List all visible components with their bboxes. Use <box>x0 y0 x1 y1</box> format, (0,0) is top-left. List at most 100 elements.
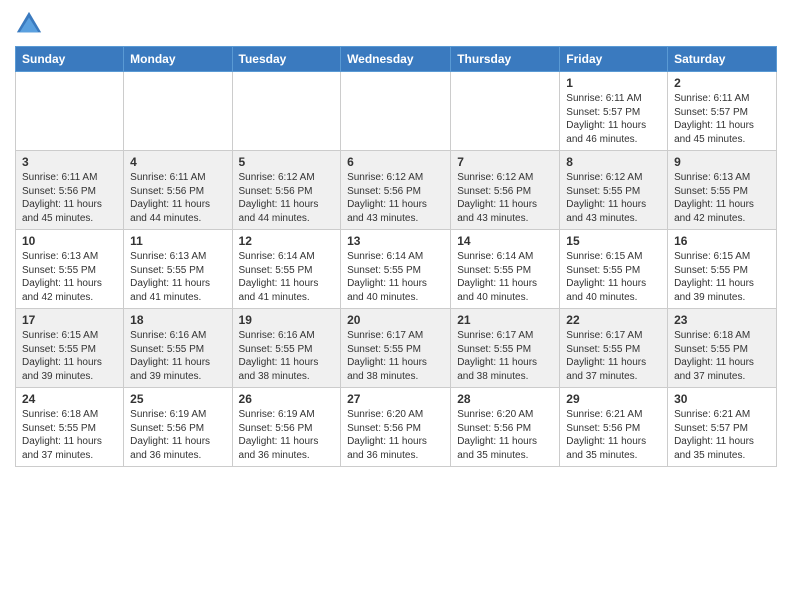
day-info: Sunrise: 6:13 AM Sunset: 5:55 PM Dayligh… <box>674 171 770 225</box>
day-number: 1 <box>566 76 661 90</box>
calendar-cell: 14 Sunrise: 6:14 AM Sunset: 5:55 PM Dayli… <box>451 230 560 309</box>
day-number: 17 <box>22 313 117 327</box>
day-info: Sunrise: 6:19 AM Sunset: 5:56 PM Dayligh… <box>130 408 225 462</box>
col-header-saturday: Saturday <box>668 47 777 72</box>
calendar: SundayMondayTuesdayWednesdayThursdayFrid… <box>15 46 777 467</box>
day-number: 5 <box>239 155 335 169</box>
day-info: Sunrise: 6:18 AM Sunset: 5:55 PM Dayligh… <box>674 329 770 383</box>
calendar-cell: 1 Sunrise: 6:11 AM Sunset: 5:57 PM Daylig… <box>560 72 668 151</box>
day-info: Sunrise: 6:13 AM Sunset: 5:55 PM Dayligh… <box>130 250 225 304</box>
calendar-cell: 29 Sunrise: 6:21 AM Sunset: 5:56 PM Dayli… <box>560 388 668 467</box>
calendar-cell <box>341 72 451 151</box>
day-number: 14 <box>457 234 553 248</box>
calendar-cell <box>451 72 560 151</box>
calendar-cell: 8 Sunrise: 6:12 AM Sunset: 5:55 PM Daylig… <box>560 151 668 230</box>
day-info: Sunrise: 6:11 AM Sunset: 5:57 PM Dayligh… <box>566 92 661 146</box>
calendar-cell: 22 Sunrise: 6:17 AM Sunset: 5:55 PM Dayli… <box>560 309 668 388</box>
day-number: 2 <box>674 76 770 90</box>
col-header-thursday: Thursday <box>451 47 560 72</box>
calendar-cell: 18 Sunrise: 6:16 AM Sunset: 5:55 PM Dayli… <box>124 309 232 388</box>
calendar-cell: 23 Sunrise: 6:18 AM Sunset: 5:55 PM Dayli… <box>668 309 777 388</box>
col-header-friday: Friday <box>560 47 668 72</box>
day-number: 29 <box>566 392 661 406</box>
calendar-cell <box>16 72 124 151</box>
calendar-cell: 7 Sunrise: 6:12 AM Sunset: 5:56 PM Daylig… <box>451 151 560 230</box>
day-info: Sunrise: 6:14 AM Sunset: 5:55 PM Dayligh… <box>239 250 335 304</box>
day-info: Sunrise: 6:14 AM Sunset: 5:55 PM Dayligh… <box>457 250 553 304</box>
day-number: 20 <box>347 313 444 327</box>
day-number: 27 <box>347 392 444 406</box>
day-number: 13 <box>347 234 444 248</box>
day-info: Sunrise: 6:20 AM Sunset: 5:56 PM Dayligh… <box>347 408 444 462</box>
day-number: 28 <box>457 392 553 406</box>
col-header-monday: Monday <box>124 47 232 72</box>
day-info: Sunrise: 6:15 AM Sunset: 5:55 PM Dayligh… <box>22 329 117 383</box>
day-info: Sunrise: 6:21 AM Sunset: 5:56 PM Dayligh… <box>566 408 661 462</box>
day-number: 12 <box>239 234 335 248</box>
day-info: Sunrise: 6:16 AM Sunset: 5:55 PM Dayligh… <box>239 329 335 383</box>
day-info: Sunrise: 6:16 AM Sunset: 5:55 PM Dayligh… <box>130 329 225 383</box>
day-number: 4 <box>130 155 225 169</box>
day-info: Sunrise: 6:13 AM Sunset: 5:55 PM Dayligh… <box>22 250 117 304</box>
day-number: 3 <box>22 155 117 169</box>
page-header <box>15 10 777 38</box>
calendar-week-3: 10 Sunrise: 6:13 AM Sunset: 5:55 PM Dayli… <box>16 230 777 309</box>
day-number: 7 <box>457 155 553 169</box>
calendar-cell: 6Sunrise: 6:12 AM Sunset: 5:56 PM Daylig… <box>341 151 451 230</box>
day-info: Sunrise: 6:21 AM Sunset: 5:57 PM Dayligh… <box>674 408 770 462</box>
calendar-header-row: SundayMondayTuesdayWednesdayThursdayFrid… <box>16 47 777 72</box>
calendar-cell: 16Sunrise: 6:15 AM Sunset: 5:55 PM Dayli… <box>668 230 777 309</box>
day-number: 24 <box>22 392 117 406</box>
calendar-cell: 25 Sunrise: 6:19 AM Sunset: 5:56 PM Dayli… <box>124 388 232 467</box>
day-number: 21 <box>457 313 553 327</box>
day-number: 9 <box>674 155 770 169</box>
calendar-cell: 20 Sunrise: 6:17 AM Sunset: 5:55 PM Dayli… <box>341 309 451 388</box>
day-info: Sunrise: 6:20 AM Sunset: 5:56 PM Dayligh… <box>457 408 553 462</box>
calendar-cell: 2Sunrise: 6:11 AM Sunset: 5:57 PM Daylig… <box>668 72 777 151</box>
col-header-wednesday: Wednesday <box>341 47 451 72</box>
day-number: 30 <box>674 392 770 406</box>
calendar-cell: 15 Sunrise: 6:15 AM Sunset: 5:55 PM Dayli… <box>560 230 668 309</box>
day-number: 10 <box>22 234 117 248</box>
day-info: Sunrise: 6:17 AM Sunset: 5:55 PM Dayligh… <box>457 329 553 383</box>
day-info: Sunrise: 6:19 AM Sunset: 5:56 PM Dayligh… <box>239 408 335 462</box>
day-number: 22 <box>566 313 661 327</box>
calendar-cell: 9 Sunrise: 6:13 AM Sunset: 5:55 PM Daylig… <box>668 151 777 230</box>
col-header-sunday: Sunday <box>16 47 124 72</box>
calendar-cell: 4 Sunrise: 6:11 AM Sunset: 5:56 PM Daylig… <box>124 151 232 230</box>
calendar-cell <box>232 72 341 151</box>
calendar-cell <box>124 72 232 151</box>
calendar-cell: 24Sunrise: 6:18 AM Sunset: 5:55 PM Dayli… <box>16 388 124 467</box>
day-number: 11 <box>130 234 225 248</box>
calendar-cell: 30 Sunrise: 6:21 AM Sunset: 5:57 PM Dayli… <box>668 388 777 467</box>
calendar-cell: 12 Sunrise: 6:14 AM Sunset: 5:55 PM Dayli… <box>232 230 341 309</box>
calendar-cell: 26 Sunrise: 6:19 AM Sunset: 5:56 PM Dayli… <box>232 388 341 467</box>
day-number: 25 <box>130 392 225 406</box>
day-info: Sunrise: 6:12 AM Sunset: 5:55 PM Dayligh… <box>566 171 661 225</box>
calendar-cell: 28 Sunrise: 6:20 AM Sunset: 5:56 PM Dayli… <box>451 388 560 467</box>
logo-icon <box>15 10 43 38</box>
day-info: Sunrise: 6:17 AM Sunset: 5:55 PM Dayligh… <box>347 329 444 383</box>
day-info: Sunrise: 6:17 AM Sunset: 5:55 PM Dayligh… <box>566 329 661 383</box>
day-number: 15 <box>566 234 661 248</box>
day-number: 19 <box>239 313 335 327</box>
calendar-week-5: 24Sunrise: 6:18 AM Sunset: 5:55 PM Dayli… <box>16 388 777 467</box>
day-number: 18 <box>130 313 225 327</box>
day-number: 8 <box>566 155 661 169</box>
calendar-cell: 19 Sunrise: 6:16 AM Sunset: 5:55 PM Dayli… <box>232 309 341 388</box>
calendar-cell: 3 Sunrise: 6:11 AM Sunset: 5:56 PM Daylig… <box>16 151 124 230</box>
day-info: Sunrise: 6:11 AM Sunset: 5:56 PM Dayligh… <box>22 171 117 225</box>
calendar-cell: 27 Sunrise: 6:20 AM Sunset: 5:56 PM Dayli… <box>341 388 451 467</box>
day-number: 16 <box>674 234 770 248</box>
day-info: Sunrise: 6:15 AM Sunset: 5:55 PM Dayligh… <box>566 250 661 304</box>
day-info: Sunrise: 6:11 AM Sunset: 5:56 PM Dayligh… <box>130 171 225 225</box>
day-info: Sunrise: 6:14 AM Sunset: 5:55 PM Dayligh… <box>347 250 444 304</box>
day-info: Sunrise: 6:12 AM Sunset: 5:56 PM Dayligh… <box>457 171 553 225</box>
calendar-cell: 13 Sunrise: 6:14 AM Sunset: 5:55 PM Dayli… <box>341 230 451 309</box>
day-number: 23 <box>674 313 770 327</box>
calendar-week-2: 3 Sunrise: 6:11 AM Sunset: 5:56 PM Daylig… <box>16 151 777 230</box>
day-number: 26 <box>239 392 335 406</box>
day-info: Sunrise: 6:12 AM Sunset: 5:56 PM Dayligh… <box>347 171 444 225</box>
logo <box>15 10 47 38</box>
calendar-cell: 10 Sunrise: 6:13 AM Sunset: 5:55 PM Dayli… <box>16 230 124 309</box>
